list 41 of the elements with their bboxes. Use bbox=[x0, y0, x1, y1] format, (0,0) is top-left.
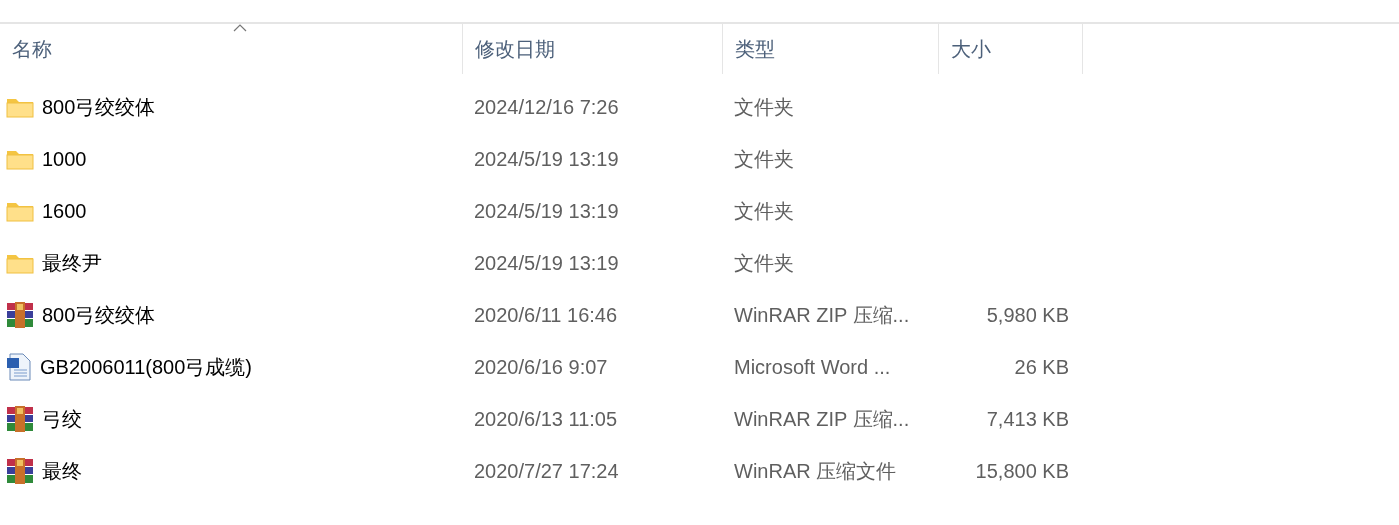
column-header[interactable]: 大小 bbox=[939, 24, 1083, 74]
folder-icon bbox=[6, 200, 34, 222]
folder-icon bbox=[6, 96, 34, 118]
modified-date: 2024/5/19 13:19 bbox=[473, 147, 620, 171]
modified-date: 2020/7/27 17:24 bbox=[473, 459, 620, 483]
archive-icon bbox=[6, 301, 34, 329]
file-size: 26 KB bbox=[1013, 355, 1070, 379]
file-name[interactable]: 最终尹 bbox=[42, 249, 102, 277]
document-icon bbox=[6, 353, 32, 381]
file-type: WinRAR ZIP 压缩... bbox=[733, 302, 911, 328]
file-name[interactable]: 最终 bbox=[42, 457, 82, 485]
modified-date: 2020/6/13 11:05 bbox=[473, 407, 619, 431]
folder-icon bbox=[6, 252, 34, 274]
file-type: 文件夹 bbox=[733, 94, 795, 120]
modified-date: 2020/6/11 16:46 bbox=[473, 303, 619, 327]
column-header[interactable]: 修改日期 bbox=[463, 24, 723, 74]
file-type: Microsoft Word ... bbox=[733, 355, 892, 379]
modified-date: 2024/5/19 13:19 bbox=[473, 251, 620, 275]
file-name[interactable]: GB2006011(800弓成缆) bbox=[40, 353, 252, 381]
file-type: WinRAR ZIP 压缩... bbox=[733, 406, 911, 432]
file-type: WinRAR 压缩文件 bbox=[733, 458, 898, 484]
modified-date: 2020/6/16 9:07 bbox=[473, 355, 609, 379]
file-type: 文件夹 bbox=[733, 198, 795, 224]
file-type: 文件夹 bbox=[733, 146, 795, 172]
file-type: 文件夹 bbox=[733, 250, 795, 276]
archive-icon bbox=[6, 405, 34, 433]
column-header[interactable]: 名称 bbox=[0, 24, 463, 74]
sort-caret-icon bbox=[233, 24, 247, 32]
modified-date: 2024/5/19 13:19 bbox=[473, 199, 620, 223]
file-size: 5,980 KB bbox=[985, 303, 1070, 327]
folder-icon bbox=[6, 148, 34, 170]
file-size: 7,413 KB bbox=[985, 407, 1070, 431]
modified-date: 2024/12/16 7:26 bbox=[473, 95, 620, 119]
column-header[interactable]: 类型 bbox=[723, 24, 939, 74]
file-name[interactable]: 1000 bbox=[42, 147, 87, 171]
file-name[interactable]: 800弓绞绞体 bbox=[42, 93, 156, 121]
archive-icon bbox=[6, 457, 34, 485]
file-size: 15,800 KB bbox=[974, 459, 1070, 483]
file-name[interactable]: 弓绞 bbox=[42, 405, 82, 433]
file-name[interactable]: 800弓绞绞体 bbox=[42, 301, 156, 329]
file-name[interactable]: 1600 bbox=[42, 199, 87, 223]
